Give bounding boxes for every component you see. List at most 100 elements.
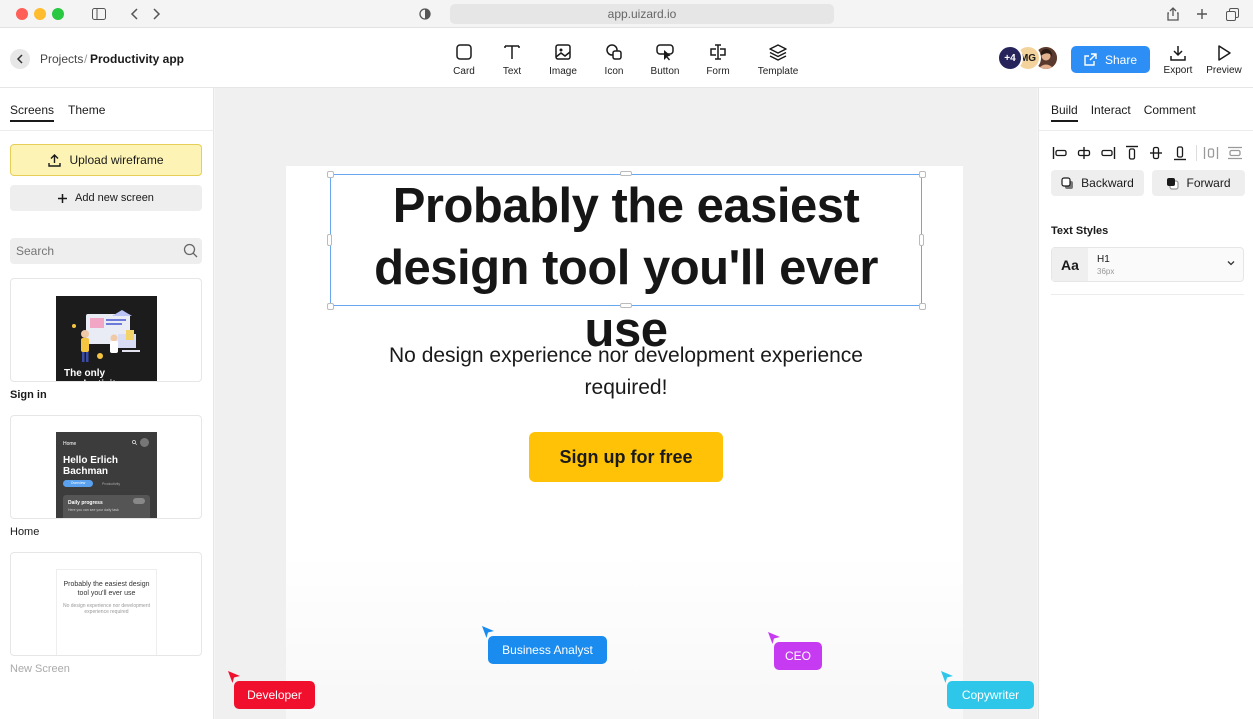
tab-screens[interactable]: Screens bbox=[10, 103, 55, 122]
screen-label-sign-in[interactable]: Sign in bbox=[10, 389, 47, 401]
button-tool[interactable]: Button bbox=[648, 42, 682, 77]
close-window-button[interactable] bbox=[16, 8, 28, 20]
new-screen-preview-sub: No design experience nor development exp… bbox=[63, 603, 150, 615]
tab-overview-icon[interactable] bbox=[1223, 5, 1241, 23]
text-style-name: H1 bbox=[1097, 254, 1110, 265]
align-bottom-icon[interactable] bbox=[1171, 144, 1189, 162]
screen-label-new-screen[interactable]: New Screen bbox=[10, 663, 70, 675]
cursor-label-business-analyst: Business Analyst bbox=[488, 636, 607, 664]
home-preview: Home Hello Erlich Bachman Overview Produ… bbox=[56, 432, 157, 518]
resize-handle-top-left[interactable] bbox=[327, 171, 334, 178]
browser-back-icon[interactable] bbox=[126, 5, 144, 23]
divider bbox=[1196, 145, 1197, 161]
icon-tool[interactable]: Icon bbox=[602, 42, 626, 77]
card-icon bbox=[456, 44, 472, 60]
resize-handle-right[interactable] bbox=[919, 234, 924, 246]
screen-label-home[interactable]: Home bbox=[10, 526, 39, 538]
preview-button[interactable]: Preview bbox=[1205, 44, 1243, 76]
template-tool[interactable]: Template bbox=[754, 42, 802, 77]
text-style-preview: Aa bbox=[1052, 248, 1088, 281]
sign-in-preview-text: The only productivity bbox=[64, 368, 121, 381]
text-style-size: 36px bbox=[1097, 267, 1115, 276]
sign-up-button[interactable]: Sign up for free bbox=[529, 432, 723, 482]
upload-icon bbox=[48, 153, 62, 167]
new-screen-preview-title: Probably the easiest design tool you'll … bbox=[63, 581, 150, 597]
home-preview-card-sub: Here you can see your daily task bbox=[68, 508, 119, 512]
resize-handle-bottom[interactable] bbox=[620, 303, 632, 308]
sidebar-toggle-icon[interactable] bbox=[90, 5, 108, 23]
image-icon bbox=[555, 44, 571, 60]
browser-chrome: app.uizard.io bbox=[0, 0, 1253, 28]
browser-forward-icon[interactable] bbox=[147, 5, 165, 23]
align-top-icon[interactable] bbox=[1123, 144, 1141, 162]
avatar bbox=[140, 438, 149, 447]
subheadline-text[interactable]: No design experience nor development exp… bbox=[386, 340, 866, 404]
breadcrumb-projects[interactable]: Projects bbox=[40, 52, 83, 66]
input-field-icon bbox=[710, 44, 726, 60]
privacy-shield-icon bbox=[416, 5, 434, 23]
resize-handle-top[interactable] bbox=[620, 171, 632, 176]
sign-in-preview: The only productivity bbox=[56, 296, 157, 381]
divider bbox=[1039, 130, 1253, 131]
address-bar[interactable]: app.uizard.io bbox=[450, 4, 834, 24]
distribute-vertical-icon[interactable] bbox=[1226, 144, 1244, 162]
resize-handle-left[interactable] bbox=[327, 234, 332, 246]
resize-handle-bottom-left[interactable] bbox=[327, 303, 334, 310]
avatar-more-count[interactable]: +4 bbox=[997, 45, 1023, 71]
play-icon bbox=[1218, 45, 1231, 61]
bring-forward-icon bbox=[1167, 177, 1180, 190]
left-panel-tabs: Screens Theme bbox=[10, 103, 105, 122]
search-icon[interactable] bbox=[183, 243, 198, 258]
tab-interact[interactable]: Interact bbox=[1091, 103, 1131, 122]
home-preview-link: Productivity bbox=[102, 482, 121, 486]
divider bbox=[0, 130, 214, 131]
breadcrumb-separator: / bbox=[84, 52, 88, 66]
add-new-screen-button[interactable]: Add new screen bbox=[10, 185, 202, 211]
text-tool[interactable]: Text bbox=[500, 42, 524, 77]
back-button[interactable] bbox=[10, 49, 30, 69]
distribute-horizontal-icon[interactable] bbox=[1202, 144, 1220, 162]
screen-thumbnail-new-screen[interactable]: Probably the easiest design tool you'll … bbox=[10, 552, 202, 656]
align-right-icon[interactable] bbox=[1099, 144, 1117, 162]
tab-build[interactable]: Build bbox=[1051, 103, 1078, 122]
divider bbox=[1051, 294, 1244, 295]
layers-icon bbox=[769, 44, 787, 61]
screen-thumbnail-sign-in[interactable]: The only productivity bbox=[10, 278, 202, 382]
cursor-label-copywriter: Copywriter bbox=[947, 681, 1034, 709]
text-style-select[interactable]: Aa H1 36px bbox=[1051, 247, 1244, 282]
selected-headline-text[interactable]: Probably the easiest design tool you'll … bbox=[330, 174, 922, 357]
screen-thumbnail-home[interactable]: Home Hello Erlich Bachman Overview Produ… bbox=[10, 415, 202, 519]
plus-icon bbox=[58, 193, 68, 203]
export-button[interactable]: Export bbox=[1162, 44, 1194, 76]
maximize-window-button[interactable] bbox=[52, 8, 64, 20]
share-button[interactable]: Share bbox=[1071, 46, 1150, 73]
chevron-left-icon bbox=[16, 54, 23, 64]
pointer-click-icon bbox=[656, 44, 674, 61]
card-tool[interactable]: Card bbox=[452, 42, 476, 77]
home-preview-title: Home bbox=[63, 441, 77, 447]
right-panel-tabs: Build Interact Comment bbox=[1051, 103, 1196, 122]
image-tool[interactable]: Image bbox=[548, 42, 578, 77]
align-center-vertical-icon[interactable] bbox=[1147, 144, 1165, 162]
resize-handle-bottom-right[interactable] bbox=[919, 303, 926, 310]
form-tool[interactable]: Form bbox=[706, 42, 730, 77]
bring-forward-button[interactable]: Forward bbox=[1152, 170, 1245, 196]
align-center-horizontal-icon[interactable] bbox=[1075, 144, 1093, 162]
screens-panel: Screens Theme Upload wireframe Add new s… bbox=[0, 88, 214, 719]
new-tab-icon[interactable] bbox=[1193, 5, 1211, 23]
resize-handle-top-right[interactable] bbox=[919, 171, 926, 178]
shapes-icon bbox=[606, 44, 622, 60]
tab-theme[interactable]: Theme bbox=[68, 103, 105, 122]
align-left-icon[interactable] bbox=[1051, 144, 1069, 162]
text-styles-title: Text Styles bbox=[1051, 225, 1109, 237]
text-icon bbox=[504, 45, 520, 59]
search-input[interactable] bbox=[10, 238, 175, 264]
tab-comment[interactable]: Comment bbox=[1144, 103, 1196, 122]
share-browser-icon[interactable] bbox=[1164, 5, 1182, 23]
home-preview-greeting: Hello Erlich Bachman bbox=[63, 455, 119, 477]
send-backward-button[interactable]: Backward bbox=[1051, 170, 1144, 196]
breadcrumb-current: Productivity app bbox=[90, 52, 185, 66]
minimize-window-button[interactable] bbox=[34, 8, 46, 20]
screen-search bbox=[10, 238, 202, 264]
upload-wireframe-button[interactable]: Upload wireframe bbox=[10, 144, 202, 176]
